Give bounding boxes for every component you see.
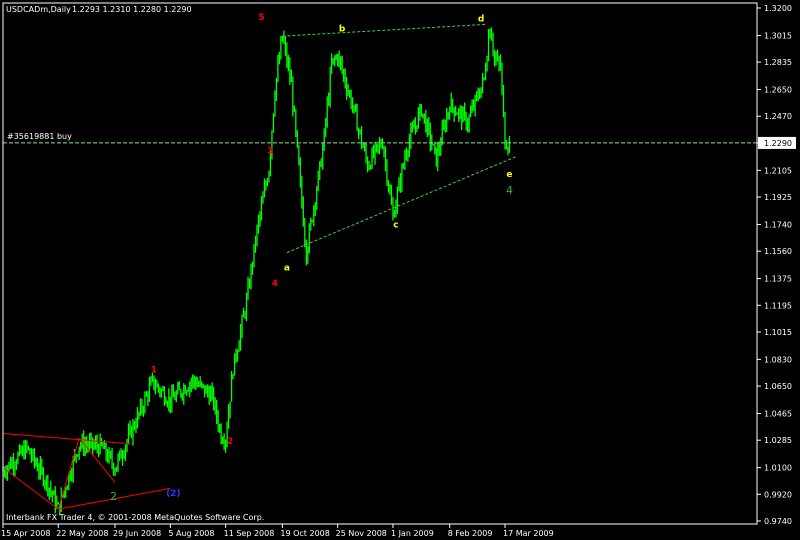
y-tick-label: 1.3015 — [764, 31, 792, 40]
y-tick-label: 1.2650 — [764, 86, 792, 95]
x-tick-label: 15 Apr 2008 — [1, 529, 50, 538]
wave-label: a — [284, 263, 290, 273]
ohlc-readout: 1.2293 1.2310 1.2280 1.2290 — [72, 5, 192, 14]
y-tick-label: 1.1560 — [764, 247, 792, 256]
x-tick-label: 25 Nov 2008 — [336, 529, 387, 538]
price-chart[interactable]: 5 3 4 1 2 b a c d e 4 2 (2) 1.3200 1.3015 1.2835 1.2650… — [0, 0, 800, 540]
wave-label: e — [506, 170, 512, 180]
wave-label: 1 — [151, 366, 157, 376]
y-tick-label: 1.1375 — [764, 275, 792, 284]
y-tick-label: 1.2470 — [764, 112, 792, 121]
x-tick-label: 17 Mar 2009 — [503, 529, 554, 538]
wave-label: (2) — [166, 489, 181, 499]
wave-label: 2 — [110, 490, 117, 503]
wave-label: b — [339, 25, 346, 35]
wave-label: 5 — [258, 13, 264, 23]
wave-label: 4 — [506, 184, 513, 197]
y-tick-label: 0.9920 — [764, 490, 792, 499]
y-tick-label: 1.3200 — [764, 4, 792, 13]
order-label[interactable]: #35619881 buy — [7, 132, 72, 141]
y-tick-label: 1.2835 — [764, 58, 792, 67]
y-tick-label: 1.1195 — [764, 301, 792, 310]
y-tick-label: 1.1015 — [764, 328, 792, 337]
chart-symbol-title: USDCADm,Daily — [6, 5, 71, 14]
wave-label: c — [393, 220, 398, 230]
y-tick-label: 1.0465 — [764, 410, 792, 419]
y-tick-label: 1.0100 — [764, 464, 792, 473]
wave-label: 3 — [267, 146, 273, 156]
current-price-label: 1.2290 — [764, 139, 792, 148]
x-tick-label: 11 Sep 2008 — [224, 529, 275, 538]
y-tick-label: 0.9740 — [764, 517, 792, 526]
wave-label: 2 — [227, 437, 233, 447]
y-tick-label: 1.1740 — [764, 220, 792, 229]
y-tick-label: 1.0285 — [764, 436, 792, 445]
y-tick-label: 1.0830 — [764, 355, 792, 364]
x-tick-label: 19 Oct 2008 — [280, 529, 329, 538]
wave-label: 4 — [272, 279, 278, 289]
y-tick-label: 1.1925 — [764, 193, 792, 202]
x-tick-label: 22 May 2008 — [56, 529, 108, 538]
x-tick-label: 5 Aug 2008 — [168, 529, 214, 538]
x-tick-label: 29 Jun 2008 — [113, 529, 161, 538]
x-tick-label: 8 Feb 2009 — [448, 529, 493, 538]
copyright-text: Interbank FX Trader 4, © 2001-2008 MetaQ… — [6, 513, 264, 522]
x-tick-label: 1 Jan 2009 — [391, 529, 434, 538]
y-tick-label: 1.0650 — [764, 382, 792, 391]
wave-label: d — [478, 14, 484, 24]
y-tick-label: 1.2105 — [764, 166, 792, 175]
